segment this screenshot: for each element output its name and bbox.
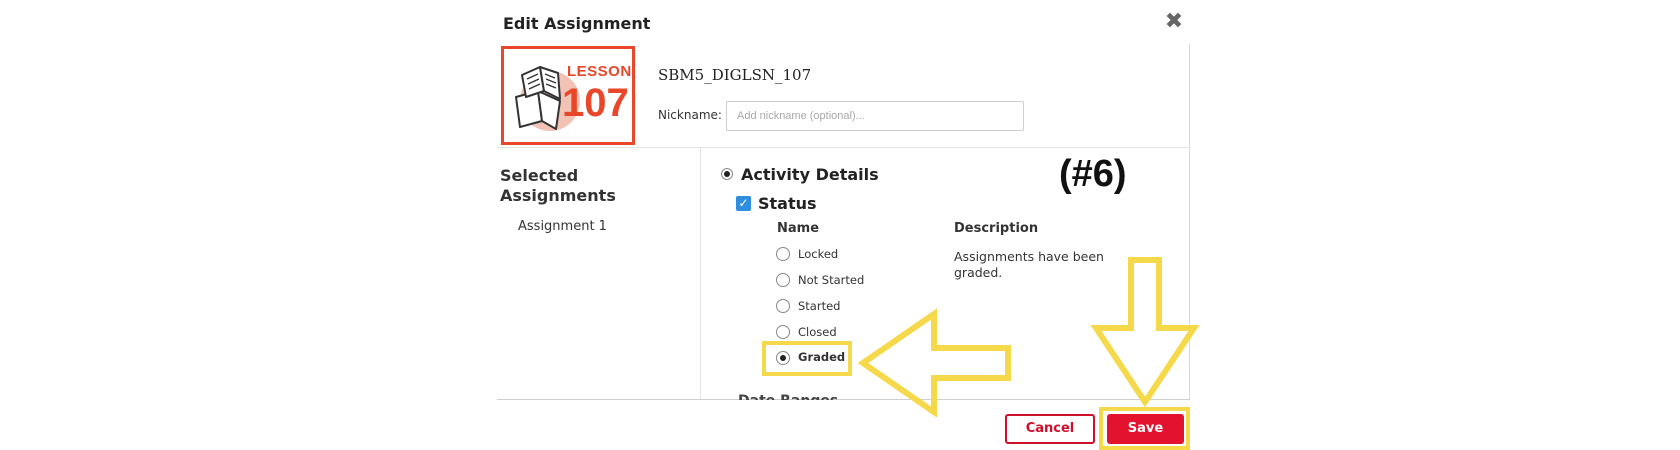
nickname-input[interactable]: [726, 101, 1024, 131]
down-arrow-icon: [1090, 257, 1200, 408]
column-header-description: Description: [954, 221, 1039, 236]
status-radio-closed[interactable]: [776, 325, 790, 339]
status-radio-not-started[interactable]: [776, 273, 790, 287]
status-checkbox[interactable]: ✓: [736, 196, 751, 211]
status-option-closed[interactable]: Closed: [798, 325, 837, 339]
status-radio-started[interactable]: [776, 299, 790, 313]
header-divider: [497, 147, 1190, 148]
dialog-title: Edit Assignment: [503, 14, 651, 33]
assignment-code: SBM5_DIGLSN_107: [658, 66, 812, 84]
close-icon[interactable]: ✖: [1163, 10, 1185, 34]
step-label: (#6): [1059, 153, 1127, 195]
status-option-not-started[interactable]: Not Started: [798, 273, 864, 287]
graded-highlight-box: [762, 341, 852, 376]
status-radio-locked[interactable]: [776, 247, 790, 261]
nickname-label: Nickname:: [658, 108, 722, 122]
status-label: Status: [758, 194, 817, 213]
status-option-locked[interactable]: Locked: [798, 247, 838, 261]
status-option-started[interactable]: Started: [798, 299, 840, 313]
column-divider: [700, 148, 701, 400]
activity-details-radio[interactable]: [721, 168, 733, 180]
left-arrow-icon: [858, 308, 1011, 418]
selected-assignments-title: Selected Assignments: [500, 166, 616, 205]
sidebar-item-assignment-1[interactable]: Assignment 1: [518, 219, 607, 234]
column-header-name: Name: [777, 221, 820, 236]
thumbnail-number: 107: [562, 81, 629, 125]
thumbnail-word: LESSON: [567, 63, 632, 80]
lesson-thumbnail: LESSON 107: [501, 46, 635, 145]
activity-details-label: Activity Details: [741, 165, 879, 184]
save-highlight-box: [1099, 407, 1190, 450]
cancel-button[interactable]: Cancel: [1005, 414, 1095, 444]
